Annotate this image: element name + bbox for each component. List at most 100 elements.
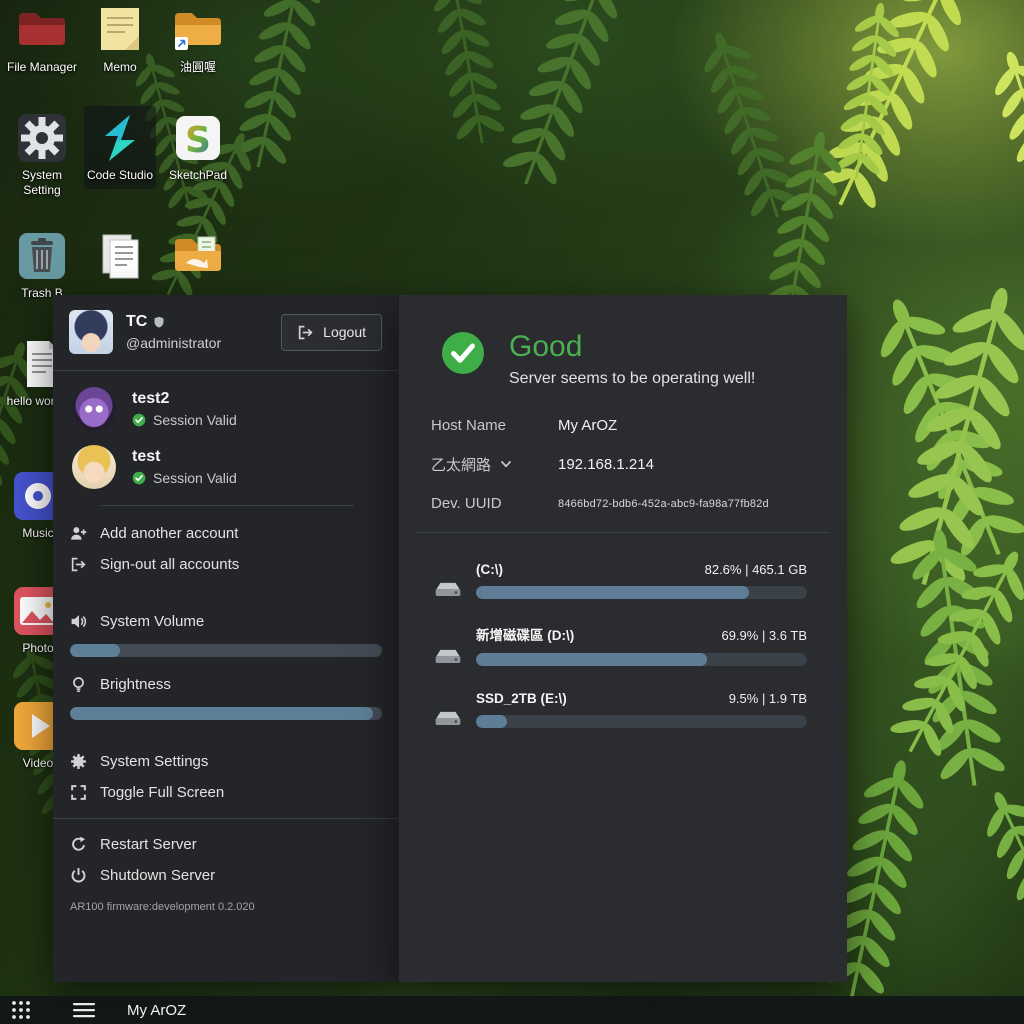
disk-label: SSD_2TB (E:\) [476, 691, 567, 706]
server-status-panel: Good Server seems to be operating well! … [398, 295, 847, 982]
apps-grid-icon [11, 1000, 31, 1020]
desktop-icon-sketchpad[interactable]: S SketchPad [162, 112, 234, 183]
power-icon [70, 867, 87, 884]
fullscreen-icon [70, 784, 87, 801]
hdd-icon [433, 580, 463, 598]
account-avatar [72, 387, 116, 431]
network-row: 乙太網路 192.168.1.214 [431, 454, 847, 476]
desktop: File Manager Memo 油圓喔 System Setting [0, 0, 1024, 1024]
desktop-icon-label: Memo [84, 60, 156, 75]
signout-all-item[interactable]: Sign-out all accounts [53, 549, 398, 580]
volume-slider-fill [70, 644, 120, 657]
account-avatar [72, 445, 116, 489]
disk-usage-fill [476, 586, 749, 599]
brightness-label: Brightness [100, 676, 171, 693]
brightness-slider-fill [70, 707, 373, 720]
check-circle-icon [132, 471, 146, 485]
logout-label: Logout [323, 324, 366, 340]
disk-usage: 69.9% | 3.6 TB [721, 628, 807, 643]
hostname-row: Host Name My ArOZ [431, 415, 847, 437]
documents-icon [94, 230, 146, 282]
volume-slider[interactable] [70, 644, 382, 657]
taskbar: My ArOZ [0, 996, 1024, 1024]
menu-item-label: Toggle Full Screen [100, 784, 224, 801]
svg-text:S: S [185, 120, 211, 161]
firmware-version: AR100 firmware:development 0.2.020 [53, 891, 398, 913]
status-title: Good [509, 331, 755, 363]
volume-label-row: System Volume [53, 606, 398, 637]
divider [53, 818, 398, 819]
menu-button[interactable] [62, 996, 106, 1024]
shutdown-server-item[interactable]: Shutdown Server [53, 860, 398, 891]
app-launcher-button[interactable] [0, 996, 42, 1024]
username: TC [126, 313, 147, 331]
desktop-icon-label: System Setting [6, 168, 78, 198]
current-user-header: TC @administrator Logout [53, 295, 398, 370]
menu-item-label: Add another account [100, 525, 238, 542]
network-label: 乙太網路 [431, 454, 491, 475]
account-name: test [132, 448, 237, 466]
check-circle-icon [132, 413, 146, 427]
status-ok-icon [441, 331, 485, 375]
add-account-item[interactable]: Add another account [53, 518, 398, 549]
user-menu-panel: TC @administrator Logout test2 Session V… [53, 295, 398, 982]
menu-item-label: System Settings [100, 753, 208, 770]
desktop-icon-label: Code Studio [84, 168, 156, 183]
shield-icon [153, 316, 165, 328]
disk-list: (C:\) 82.6% | 465.1 GB 新增磁碟區 (D:\) 69.9%… [399, 533, 847, 728]
hdd-icon [433, 709, 463, 727]
menu-item-label: Shutdown Server [100, 867, 215, 884]
disk-label: (C:\) [476, 562, 503, 577]
account-row-test[interactable]: test Session Valid [72, 445, 398, 489]
disk-usage: 82.6% | 465.1 GB [705, 562, 807, 577]
restart-server-item[interactable]: Restart Server [53, 829, 398, 860]
desktop-icon-label: SketchPad [162, 168, 234, 183]
system-settings-item[interactable]: System Settings [53, 746, 398, 777]
desktop-icon-folder-copy[interactable] [162, 230, 234, 286]
disk-row-e[interactable]: SSD_2TB (E:\) 9.5% | 1.9 TB [433, 691, 807, 728]
speaker-icon [70, 613, 87, 630]
accounts-list: test2 Session Valid test Session Valid [53, 371, 398, 489]
disk-label: 新增磁碟區 (D:\) [476, 624, 574, 644]
desktop-icon-shortcut-folder[interactable]: 油圓喔 [162, 4, 234, 75]
desktop-icon-trash[interactable]: Trash B [6, 230, 78, 301]
add-user-icon [70, 525, 87, 542]
bulb-icon [70, 676, 87, 693]
disk-usage-bar [476, 653, 807, 666]
disk-usage: 9.5% | 1.9 TB [729, 691, 807, 706]
chevron-down-icon[interactable] [501, 460, 511, 469]
desktop-icon-label: 油圓喔 [162, 60, 234, 75]
shortcut-folder-icon [172, 7, 224, 53]
session-status: Session Valid [153, 470, 237, 486]
disk-usage-fill [476, 653, 707, 666]
signout-icon [70, 556, 87, 573]
gear-icon [70, 753, 87, 770]
uuid-label: Dev. UUID [431, 495, 558, 512]
disk-row-c[interactable]: (C:\) 82.6% | 465.1 GB [433, 562, 807, 599]
taskbar-title: My ArOZ [127, 1002, 186, 1019]
user-avatar [69, 310, 113, 354]
toggle-fullscreen-item[interactable]: Toggle Full Screen [53, 777, 398, 808]
desktop-icon-code-studio[interactable]: Code Studio [84, 106, 156, 189]
account-name: test2 [132, 390, 237, 408]
logout-button[interactable]: Logout [281, 314, 382, 351]
sketchpad-icon: S [172, 112, 224, 164]
hostname-label: Host Name [431, 417, 558, 434]
disk-usage-bar [476, 586, 807, 599]
desktop-icon-memo[interactable]: Memo [84, 4, 156, 75]
disk-row-d[interactable]: 新增磁碟區 (D:\) 69.9% | 3.6 TB [433, 624, 807, 666]
menu-item-label: Sign-out all accounts [100, 556, 239, 573]
volume-label: System Volume [100, 613, 204, 630]
code-studio-icon [94, 112, 146, 164]
desktop-icon-system-setting[interactable]: System Setting [6, 112, 78, 198]
uuid-value: 8466bd72-bdb6-452a-abc9-fa98a77fb82d [558, 498, 769, 510]
desktop-icon-file-manager[interactable]: File Manager [6, 4, 78, 75]
user-handle: @administrator [126, 335, 221, 351]
account-row-test2[interactable]: test2 Session Valid [72, 387, 398, 431]
disk-usage-bar [476, 715, 807, 728]
brightness-slider[interactable] [70, 707, 382, 720]
desktop-icon-documents[interactable] [84, 230, 156, 286]
disk-usage-fill [476, 715, 507, 728]
status-message: Server seems to be operating well! [509, 370, 755, 388]
brightness-label-row: Brightness [53, 669, 398, 700]
